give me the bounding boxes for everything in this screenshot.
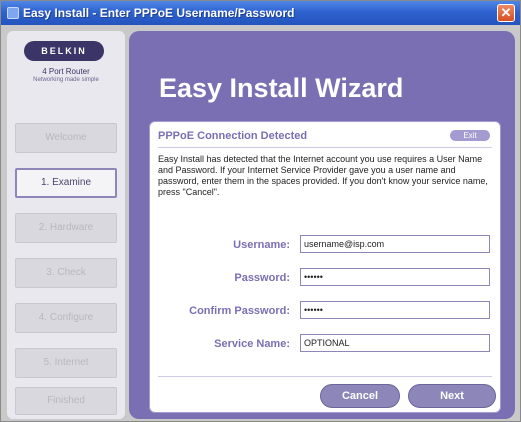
tagline: Networking made simple	[33, 77, 99, 83]
pppoe-form-panel: PPPoE Connection Detected Exit Easy Inst…	[149, 121, 501, 413]
app-icon	[7, 7, 19, 19]
wizard-title: Easy Install Wizard	[159, 73, 404, 103]
password-label: Password:	[234, 272, 290, 284]
window-title: Easy Install - Enter PPPoE Username/Pass…	[23, 6, 295, 20]
username-label: Username:	[233, 239, 290, 251]
confirm-password-input[interactable]	[300, 301, 490, 319]
cancel-button[interactable]: Cancel	[320, 384, 400, 408]
exit-button[interactable]: Exit	[450, 130, 490, 141]
step-internet[interactable]: 5. Internet	[15, 348, 117, 378]
service-name-label: Service Name:	[214, 338, 290, 350]
step-configure[interactable]: 4. Configure	[15, 303, 117, 333]
step-hardware[interactable]: 2. Hardware	[15, 213, 117, 243]
belkin-logo: BELKIN	[24, 41, 104, 61]
service-name-input[interactable]	[300, 334, 490, 352]
step-examine[interactable]: 1. Examine	[15, 168, 117, 198]
step-welcome[interactable]: Welcome	[15, 123, 117, 153]
header-divider	[158, 147, 492, 148]
description-text: Easy Install has detected that the Inter…	[158, 154, 488, 197]
password-input[interactable]	[300, 268, 490, 286]
close-button[interactable]: ✕	[497, 4, 515, 22]
username-input[interactable]	[300, 235, 490, 253]
easy-install-window: Easy Install - Enter PPPoE Username/Pass…	[0, 0, 521, 422]
wizard-sidebar: BELKIN 4 Port Router Networking made sim…	[7, 31, 125, 419]
confirm-password-label: Confirm Password:	[189, 305, 290, 317]
title-bar[interactable]: Easy Install - Enter PPPoE Username/Pass…	[1, 1, 520, 25]
wizard-main-panel: Easy Install Wizard PPPoE Connection Det…	[129, 31, 515, 419]
footer-divider	[158, 376, 492, 377]
next-button[interactable]: Next	[408, 384, 496, 408]
step-finished[interactable]: Finished	[15, 387, 117, 415]
section-title: PPPoE Connection Detected	[158, 130, 308, 142]
product-name: 4 Port Router	[42, 67, 90, 76]
step-check[interactable]: 3. Check	[15, 258, 117, 288]
